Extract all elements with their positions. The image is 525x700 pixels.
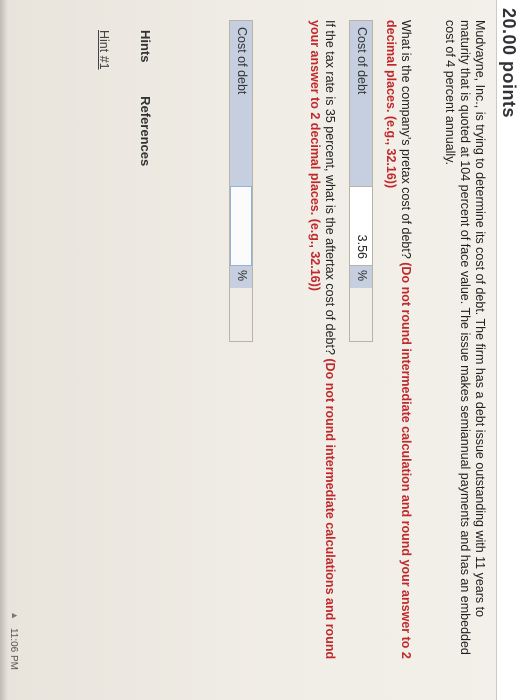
question-1: What is the company’s pretax cost of deb…	[383, 20, 413, 670]
question-2: If the tax rate is 35 percent, what is t…	[307, 20, 337, 670]
answer-row-1: Cost of debt 3.56 %	[349, 20, 373, 342]
tab-references[interactable]: References	[138, 96, 153, 166]
aftertax-cost-input[interactable]	[230, 186, 252, 266]
hint-link[interactable]: Hint #1	[97, 30, 111, 70]
answer-2-unit: %	[230, 266, 252, 288]
tab-hints[interactable]: Hints	[138, 30, 153, 63]
answer-row-2: Cost of debt %	[229, 20, 253, 342]
edge-shadow	[0, 0, 8, 700]
points-label: 20.00 points	[499, 8, 519, 119]
problem-text: Mudvayne, Inc., is trying to determine i…	[443, 20, 487, 655]
answer-1-unit: %	[350, 266, 372, 288]
answer-2-label: Cost of debt	[230, 21, 252, 186]
question-2-text: If the tax rate is 35 percent, what is t…	[323, 20, 337, 359]
answer-1-label: Cost of debt	[350, 21, 372, 186]
pretax-cost-input[interactable]: 3.56	[350, 186, 372, 266]
caret-up-icon: ▲	[10, 611, 20, 620]
tab-bar: Hints References	[138, 30, 153, 196]
header-bar: 20.00 points	[496, 0, 525, 700]
question-1-text: What is the company’s pretax cost of deb…	[399, 20, 413, 263]
clock-time: 11:06 PM	[8, 627, 19, 670]
photo-background: 20.00 points Mudvayne, Inc., is trying t…	[0, 0, 525, 700]
screen: 20.00 points Mudvayne, Inc., is trying t…	[0, 0, 525, 700]
